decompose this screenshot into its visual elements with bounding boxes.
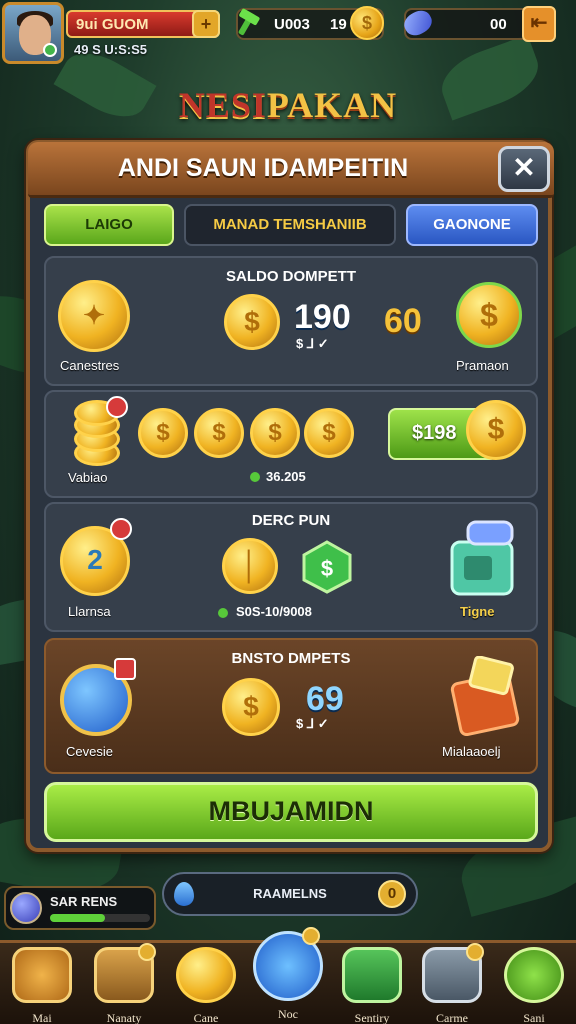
panel-header: ANDI SAUN IDAMPEITIN ✕ <box>28 142 554 198</box>
saldo-card: SALDO DOMPETT ✦ Canestres $ 190 $ ⅃ ✓ 60… <box>44 256 538 386</box>
wallet-panel: ANDI SAUN IDAMPEITIN ✕ LAIGO MANAD TEMSH… <box>26 140 554 852</box>
coin-icon: $ <box>222 678 280 736</box>
coins-resource[interactable]: U003 19 $ <box>236 6 384 40</box>
player-name-bar[interactable]: 9ui GUOM + <box>66 10 220 38</box>
nav-item-cane[interactable]: Cane <box>168 947 244 1024</box>
coin-icon: $ <box>350 6 384 40</box>
hammer-icon <box>12 947 72 1003</box>
nav-item-noc[interactable]: Noc <box>250 927 326 1021</box>
coin-icon: $ <box>138 408 188 458</box>
notification-badge <box>106 396 128 418</box>
derc-left-label: Llarnsa <box>68 604 111 619</box>
play-icon <box>504 947 564 1003</box>
bnsto-right-label: Mialaaoelj <box>442 744 501 759</box>
add-icon[interactable]: + <box>192 10 220 38</box>
coins-amount: 36.205 <box>266 469 306 484</box>
saldo-title: SALDO DOMPETT <box>226 268 356 285</box>
jar-icon[interactable] <box>438 516 528 600</box>
coins-label: U003 <box>274 16 310 33</box>
nav-item-carme[interactable]: Carme <box>414 943 490 1024</box>
status-chip[interactable]: SAR RENS <box>4 886 156 930</box>
derc-right-label: Tigne <box>460 604 495 619</box>
orb-icon <box>10 892 42 924</box>
coin-icon: │ <box>222 538 278 594</box>
status-dot <box>250 472 260 482</box>
search-count: 0 <box>378 880 406 908</box>
notification-badge <box>110 518 132 540</box>
panel-title: ANDI SAUN IDAMPEITIN <box>117 154 409 182</box>
nav-item-mai[interactable]: Mai <box>4 947 80 1024</box>
saldo-subunit: $ ⅃ ✓ <box>296 336 329 351</box>
gems-resource[interactable]: 00 ⇤ <box>400 6 556 42</box>
notification-badge <box>114 658 136 680</box>
player-name: 9ui GUOM <box>76 16 149 33</box>
bnsto-left-label: Cevesie <box>66 744 113 759</box>
coins-left-label: Vabiao <box>68 470 108 485</box>
coins-card: Vabiao $ $ $ $ 36.205 $198 $ <box>44 390 538 498</box>
coin-icon: $ <box>304 408 354 458</box>
player-subtitle: 49 S U:S:S5 <box>74 42 147 57</box>
derc-amount: S0S-10/9008 <box>236 604 312 619</box>
status-progress-bar <box>50 914 150 922</box>
tab-manad[interactable]: MANAD TEMSHANIIB <box>184 204 396 246</box>
bnsto-amount: 69 <box>306 680 344 718</box>
svg-text:$: $ <box>321 556 333 581</box>
gems-value: 00 <box>490 16 507 33</box>
coin-icon: $ <box>194 408 244 458</box>
top-bar: 9ui GUOM + 49 S U:S:S5 U003 19 $ 00 ⇤ <box>0 0 576 70</box>
notification-badge <box>302 927 320 945</box>
wallet-icon[interactable] <box>448 656 526 736</box>
search-pill[interactable]: RAAMELNS 0 <box>162 872 418 916</box>
green-gem-icon: $ <box>302 540 352 594</box>
notification-badge <box>138 943 156 961</box>
derc-card: DERC PUN 2 Llarnsa │ $ S0S-10/9008 Tigne <box>44 502 538 632</box>
emblem-coin-icon[interactable]: ✦ <box>58 280 130 352</box>
bottom-nav: Mai Nanaty Cane Noc Sentiry Carme Sani <box>0 927 576 1024</box>
notification-badge <box>466 943 484 961</box>
tab-bar: LAIGO MANAD TEMSHANIIB GAONONE <box>44 204 538 250</box>
saldo-amount: 190 <box>294 298 351 336</box>
tab-laigo[interactable]: LAIGO <box>44 204 174 246</box>
coin-icon <box>176 947 236 1003</box>
gem-icon <box>400 6 436 40</box>
confirm-button[interactable]: MBUJAMIDN <box>44 782 538 842</box>
exit-icon[interactable]: ⇤ <box>522 6 556 42</box>
close-button[interactable]: ✕ <box>498 146 550 192</box>
coins-value: 19 <box>330 16 347 33</box>
player-avatar[interactable] <box>2 2 64 64</box>
coin-icon[interactable]: $ <box>456 282 522 348</box>
online-badge <box>43 43 57 57</box>
coin-icon: $ <box>250 408 300 458</box>
game-title: NESIPAKAN <box>178 85 398 125</box>
status-dot <box>218 608 228 618</box>
nav-item-sani[interactable]: Sani <box>496 947 572 1024</box>
nav-item-nanaty[interactable]: Nanaty <box>86 943 162 1024</box>
coin-icon: $ <box>224 294 280 350</box>
bnsto-subunit: $ ⅃ ✓ <box>296 716 329 731</box>
tab-gaonone[interactable]: GAONONE <box>406 204 538 246</box>
saldo-left-label: Canestres <box>60 358 120 373</box>
status-label: SAR RENS <box>50 894 118 909</box>
magnifier-icon <box>342 947 402 1003</box>
status-progress-fill <box>50 914 105 922</box>
nav-item-sentiry[interactable]: Sentiry <box>334 947 410 1024</box>
saldo-gold-value: 60 <box>384 302 422 340</box>
bnsto-card: BNSTO DMPETS Cevesie $ 69 $ ⅃ ✓ Mialaaoe… <box>44 638 538 774</box>
saldo-right-label: Pramaon <box>456 358 509 373</box>
coin-icon: $ <box>466 400 526 460</box>
hammer-icon <box>238 8 260 36</box>
